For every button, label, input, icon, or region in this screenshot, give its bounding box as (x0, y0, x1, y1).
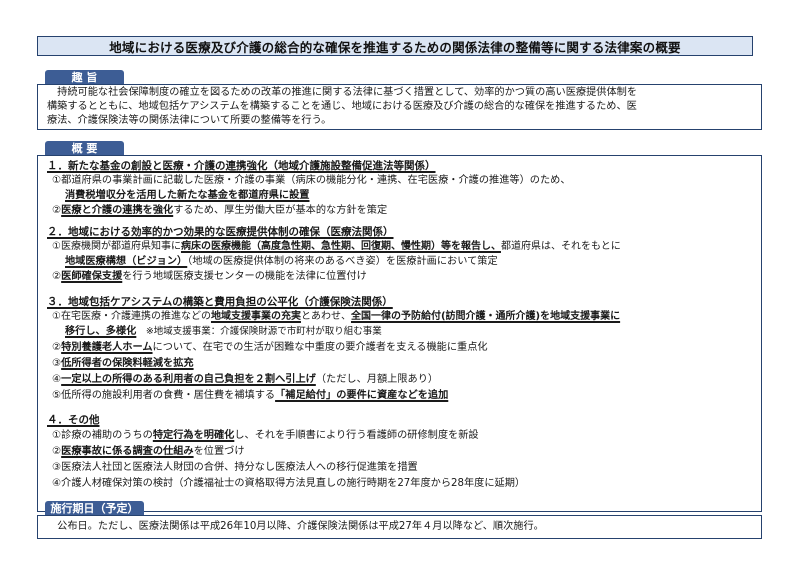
shiko-panel: 公布日。ただし、医療法関係は平成26年10月以降、介護保険法関係は平成27年４月… (37, 515, 762, 539)
section-3-item-5: ⑤低所得の施設利用者の食費・居住費を補填する「補足給付」の要件に資産などを追加 (52, 390, 449, 401)
section-2-heading: ２．地域における効率的かつ効果的な医療提供体制の確保（医療法関係） (47, 226, 394, 238)
document-title-box: 地域における医療及び介護の総合的な確保を推進するための関係法律の整備等に関する法… (37, 36, 753, 56)
section-4-item-2: ②医療事故に係る調査の仕組みを位置づけ (52, 446, 245, 457)
shiko-text: 公布日。ただし、医療法関係は平成26年10月以降、介護保険法関係は平成27年４月… (47, 521, 544, 532)
section-1-item-2: ②医療と介護の連携を強化するため、厚生労働大臣が基本的な方針を策定 (52, 205, 388, 216)
section-3-item-1-cont: 移行し、多様化 ※地域支援事業：介護保険財源で市町村が取り組む事業 (65, 326, 382, 337)
section-3-item-1: ①在宅医療・介護連携の推進などの地域支援事業の充実とあわせ、全国一律の予防給付(… (52, 311, 621, 322)
document-title: 地域における医療及び介護の総合的な確保を推進するための関係法律の整備等に関する法… (109, 39, 681, 55)
section-1-heading: １．新たな基金の創設と医療・介護の連携強化（地域介護施設整備促進法等関係） (47, 160, 436, 172)
section-1-item-1-cont: 消費税増収分を活用した新たな基金を都道府県に設置 (65, 190, 310, 201)
gaiyo-tab-label: 概 要 (71, 142, 98, 155)
shushi-tab-label: 趣 旨 (71, 71, 98, 84)
shushi-line-3: 療法、介護保険法等の関係法律について所要の整備等を行う。 (47, 115, 332, 126)
gaiyo-tab: 概 要 (45, 141, 124, 155)
shushi-panel: 持続可能な社会保障制度の確立を図るための改革の推進に関する法律に基づく措置として… (37, 84, 762, 130)
section-4-item-4: ④介護人材確保対策の検討（介護福祉士の資格取得方法見直しの施行時期を27年度から… (52, 478, 526, 489)
section-3-item-2: ②特別養護老人ホームについて、在宅での生活が困難な中重度の要介護者を支える機能に… (52, 342, 488, 353)
shiko-tab: 施行期日（予定） (45, 501, 144, 515)
shushi-line-2: 構築するとともに、地域包括ケアシステムを構築することを通じ、地域における医療及び… (47, 101, 637, 112)
shushi-tab: 趣 旨 (45, 70, 124, 84)
section-4-item-3: ③医療法人社団と医療法人財団の合併、持分なし医療法人への移行促進策を措置 (52, 462, 418, 473)
section-2-item-1-cont: 地域医療構想（ビジョン）（地域の医療提供体制の将来のあるべき姿）を医療計画におい… (65, 256, 498, 267)
section-1-item-1: ①都道府県の事業計画に記載した医療・介護の事業（病床の機能分化・連携、在宅医療・… (52, 175, 571, 186)
shushi-line-1: 持続可能な社会保障制度の確立を図るための改革の推進に関する法律に基づく措置として… (47, 87, 638, 98)
section-2-item-1: ①医療機関が都道府県知事に病床の医療機能（高度急性期、急性期、回復期、慢性期）等… (52, 241, 621, 252)
section-4-heading: ４．その他 (47, 414, 100, 426)
section-3-item-4: ④一定以上の所得のある利用者の自己負担を２割へ引上げ（ただし、月額上限あり） (52, 374, 439, 385)
section-2-item-2: ②医師確保支援を行う地域医療支援センターの機能を法律に位置付け (52, 271, 367, 282)
section-3-item-3: ③低所得者の保険料軽減を拡充 (52, 358, 194, 369)
shiko-tab-label: 施行期日（予定） (50, 502, 139, 515)
section-3-heading: ３．地域包括ケアシステムの構築と費用負担の公平化（介護保険法関係） (47, 296, 393, 308)
section-4-item-1: ①診療の補助のうちの特定行為を明確化し、それを手順書により行う看護師の研修制度を… (52, 430, 479, 441)
gaiyo-panel: １．新たな基金の創設と医療・介護の連携強化（地域介護施設整備促進法等関係） ①都… (37, 155, 762, 512)
